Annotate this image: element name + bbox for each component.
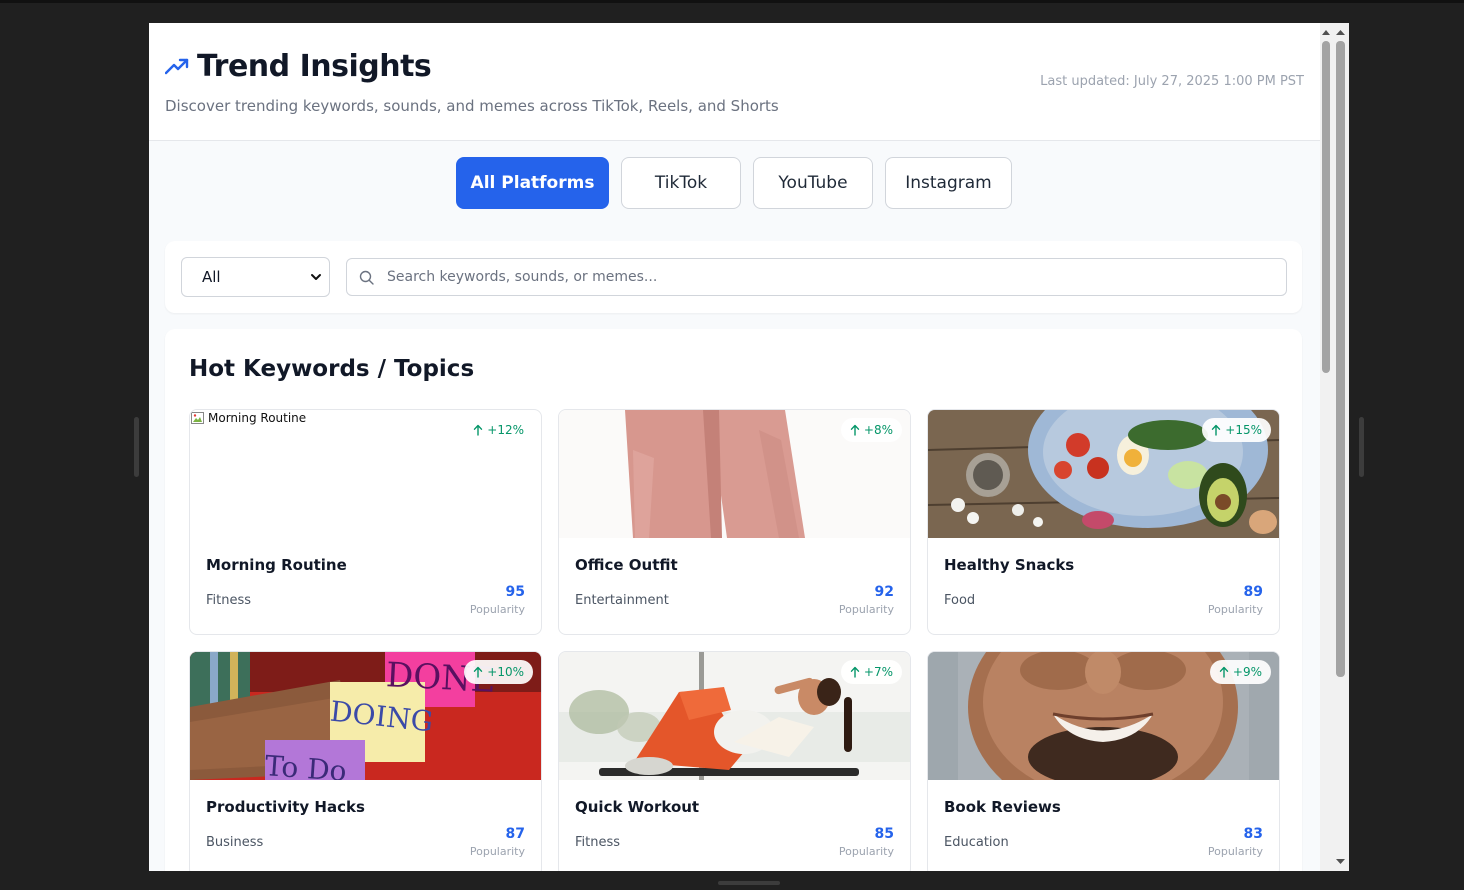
keyword-title: Productivity Hacks <box>206 798 365 816</box>
popularity-score: 92 <box>874 584 894 600</box>
chevron-down-icon <box>311 274 321 280</box>
keyword-card[interactable]: +7% Quick Workout Fitness 85 Popularity <box>558 651 911 871</box>
trend-value: +7% <box>863 665 893 679</box>
popularity-score: 85 <box>874 826 894 842</box>
keyword-category: Food <box>944 593 976 608</box>
keyword-grid: Morning Routine +12% Morning Routine Fit… <box>189 409 1280 871</box>
keyword-title: Book Reviews <box>944 798 1061 816</box>
tab-all-platforms[interactable]: All Platforms <box>456 157 609 209</box>
keyword-card[interactable]: +8% Office Outfit Entertainment 92 Popul… <box>558 409 911 635</box>
broken-image-icon <box>191 412 204 424</box>
popularity-label: Popularity <box>1207 845 1263 858</box>
type-select[interactable]: All <box>181 257 330 297</box>
trend-badge: +12% <box>464 418 533 442</box>
type-select-value: All <box>202 268 221 286</box>
keyword-card[interactable]: +9% Book Reviews Education 83 Popularity <box>927 651 1280 871</box>
scrollbar[interactable] <box>1320 23 1349 871</box>
trend-badge: +15% <box>1202 418 1271 442</box>
right-resize-handle[interactable] <box>1359 417 1364 477</box>
keyword-category: Business <box>206 835 264 850</box>
scrollbar-thumb-outer[interactable] <box>1336 41 1345 677</box>
keyword-title: Morning Routine <box>206 556 347 574</box>
scroll-down-icon[interactable] <box>1320 855 1349 869</box>
keyword-title: Healthy Snacks <box>944 556 1075 574</box>
note-todo-text: To Do <box>263 749 348 780</box>
keyword-card[interactable]: +15% Healthy Snacks Food 89 Popularity <box>927 409 1280 635</box>
popularity-score: 89 <box>1243 584 1263 600</box>
left-resize-handle[interactable] <box>134 417 139 477</box>
trend-value: +9% <box>1232 665 1262 679</box>
arrow-up-icon <box>474 666 483 678</box>
popularity-label: Popularity <box>469 603 525 616</box>
popularity-label: Popularity <box>469 845 525 858</box>
popularity-score: 83 <box>1243 826 1263 842</box>
trend-badge: +8% <box>840 418 902 442</box>
page-title: Trend Insights <box>197 49 432 84</box>
top-bezel <box>0 0 1464 3</box>
image-alt-text: Morning Routine <box>208 411 307 425</box>
trend-badge: +9% <box>1209 660 1271 684</box>
keyword-category: Education <box>944 835 1009 850</box>
trending-up-icon <box>165 58 189 75</box>
arrow-up-icon <box>474 424 483 436</box>
keyword-category: Entertainment <box>575 593 669 608</box>
keyword-card[interactable]: Morning Routine +12% Morning Routine Fit… <box>189 409 542 635</box>
broken-image: Morning Routine <box>190 410 306 426</box>
trend-badge: +10% <box>464 660 533 684</box>
search-input[interactable]: Search keywords, sounds, or memes... <box>346 258 1287 296</box>
popularity-label: Popularity <box>838 845 894 858</box>
trend-badge: +7% <box>840 660 902 684</box>
keyword-card[interactable]: DONE DOING To Do +10% Productivity Hacks… <box>189 651 542 871</box>
trend-value: +10% <box>487 665 524 679</box>
keyword-category: Fitness <box>206 593 252 608</box>
trend-value: +8% <box>863 423 893 437</box>
popularity-score: 95 <box>505 584 525 600</box>
scroll-up-icon[interactable] <box>1320 25 1349 39</box>
app-window: Trend Insights Discover trending keyword… <box>149 23 1349 871</box>
section-title: Hot Keywords / Topics <box>189 356 475 382</box>
popularity-label: Popularity <box>838 603 894 616</box>
tab-instagram[interactable]: Instagram <box>885 157 1012 209</box>
bottom-resize-handle[interactable] <box>718 881 780 885</box>
trend-value: +12% <box>487 423 524 437</box>
page-subtitle: Discover trending keywords, sounds, and … <box>165 97 779 115</box>
popularity-label: Popularity <box>1207 603 1263 616</box>
arrow-up-icon <box>850 666 860 678</box>
filter-bar: All Search keywords, sounds, or memes... <box>165 241 1302 313</box>
page-header: Trend Insights Discover trending keyword… <box>149 23 1320 141</box>
keyword-title: Office Outfit <box>575 556 678 574</box>
scrollbar-thumb-inner[interactable] <box>1322 41 1330 373</box>
popularity-score: 87 <box>505 826 525 842</box>
tab-tiktok[interactable]: TikTok <box>621 157 741 209</box>
platform-tabs: All Platforms TikTok YouTube Instagram <box>456 157 1012 209</box>
trend-value: +15% <box>1225 423 1262 437</box>
hot-keywords-section: Hot Keywords / Topics Morning Routine +1… <box>165 329 1302 871</box>
arrow-up-icon <box>850 424 860 436</box>
arrow-up-icon <box>1212 424 1221 436</box>
last-updated-text: Last updated: July 27, 2025 1:00 PM PST <box>1040 74 1304 89</box>
search-icon <box>359 270 374 285</box>
keyword-category: Fitness <box>575 835 621 850</box>
search-placeholder: Search keywords, sounds, or memes... <box>387 269 658 285</box>
arrow-up-icon <box>1219 666 1229 678</box>
keyword-title: Quick Workout <box>575 798 700 816</box>
tab-youtube[interactable]: YouTube <box>753 157 873 209</box>
